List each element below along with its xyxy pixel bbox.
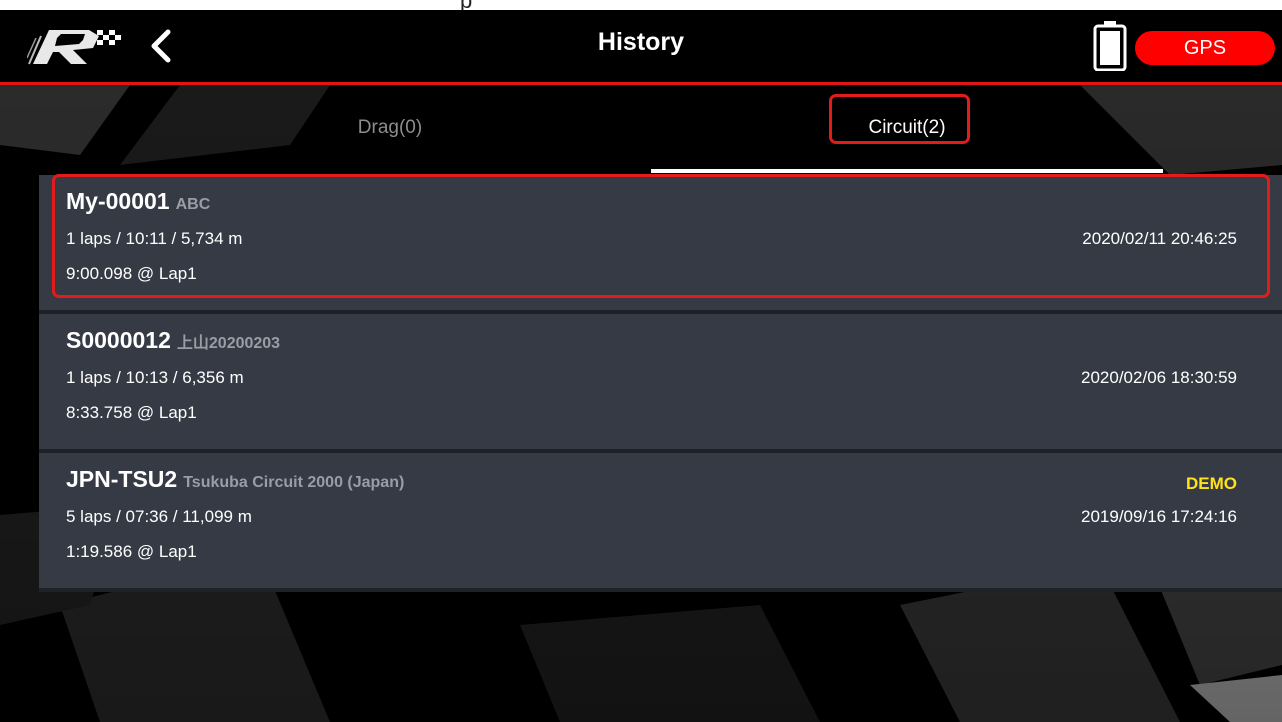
tab-bar: Drag(0) Circuit(2) bbox=[0, 85, 1282, 175]
back-chevron-icon[interactable] bbox=[146, 24, 176, 68]
top-strip: p bbox=[0, 0, 1282, 13]
demo-badge: DEMO bbox=[1186, 474, 1237, 493]
session-best-lap: 8:33.758 @ Lap1 bbox=[66, 403, 197, 422]
session-name: Tsukuba Circuit 2000 (Japan) bbox=[183, 474, 405, 491]
session-summary: 1 laps / 10:13 / 6,356 m bbox=[66, 368, 244, 387]
session-best-lap: 1:19.586 @ Lap1 bbox=[66, 542, 197, 561]
logo-icon bbox=[27, 30, 121, 65]
tab-highlight-box bbox=[829, 94, 970, 144]
battery-icon bbox=[1093, 21, 1127, 71]
session-code: S0000012 bbox=[66, 327, 171, 353]
app-frame: History GPS Drag(0) Circuit(2) My-00001 A… bbox=[0, 10, 1282, 722]
page-title: History bbox=[597, 28, 685, 56]
session-datetime: 2019/09/16 17:24:16 bbox=[1081, 507, 1237, 526]
session-row-2[interactable]: S0000012 上山20200203 1 laps / 10:13 / 6,35… bbox=[39, 314, 1282, 453]
session-summary: 5 laps / 07:36 / 11,099 m bbox=[66, 507, 252, 526]
active-tab-indicator bbox=[651, 169, 1163, 173]
row-highlight-box bbox=[52, 174, 1270, 298]
session-name: 上山20200203 bbox=[176, 335, 281, 352]
session-code: JPN-TSU2 bbox=[66, 466, 178, 492]
gps-status-button[interactable]: GPS bbox=[1135, 31, 1275, 65]
session-datetime: 2020/02/06 18:30:59 bbox=[1081, 368, 1237, 387]
tab-drag[interactable]: Drag(0) bbox=[140, 85, 640, 170]
header-bar: History GPS bbox=[0, 10, 1282, 85]
session-row-3[interactable]: JPN-TSU2 Tsukuba Circuit 2000 (Japan) DEM… bbox=[39, 453, 1282, 592]
